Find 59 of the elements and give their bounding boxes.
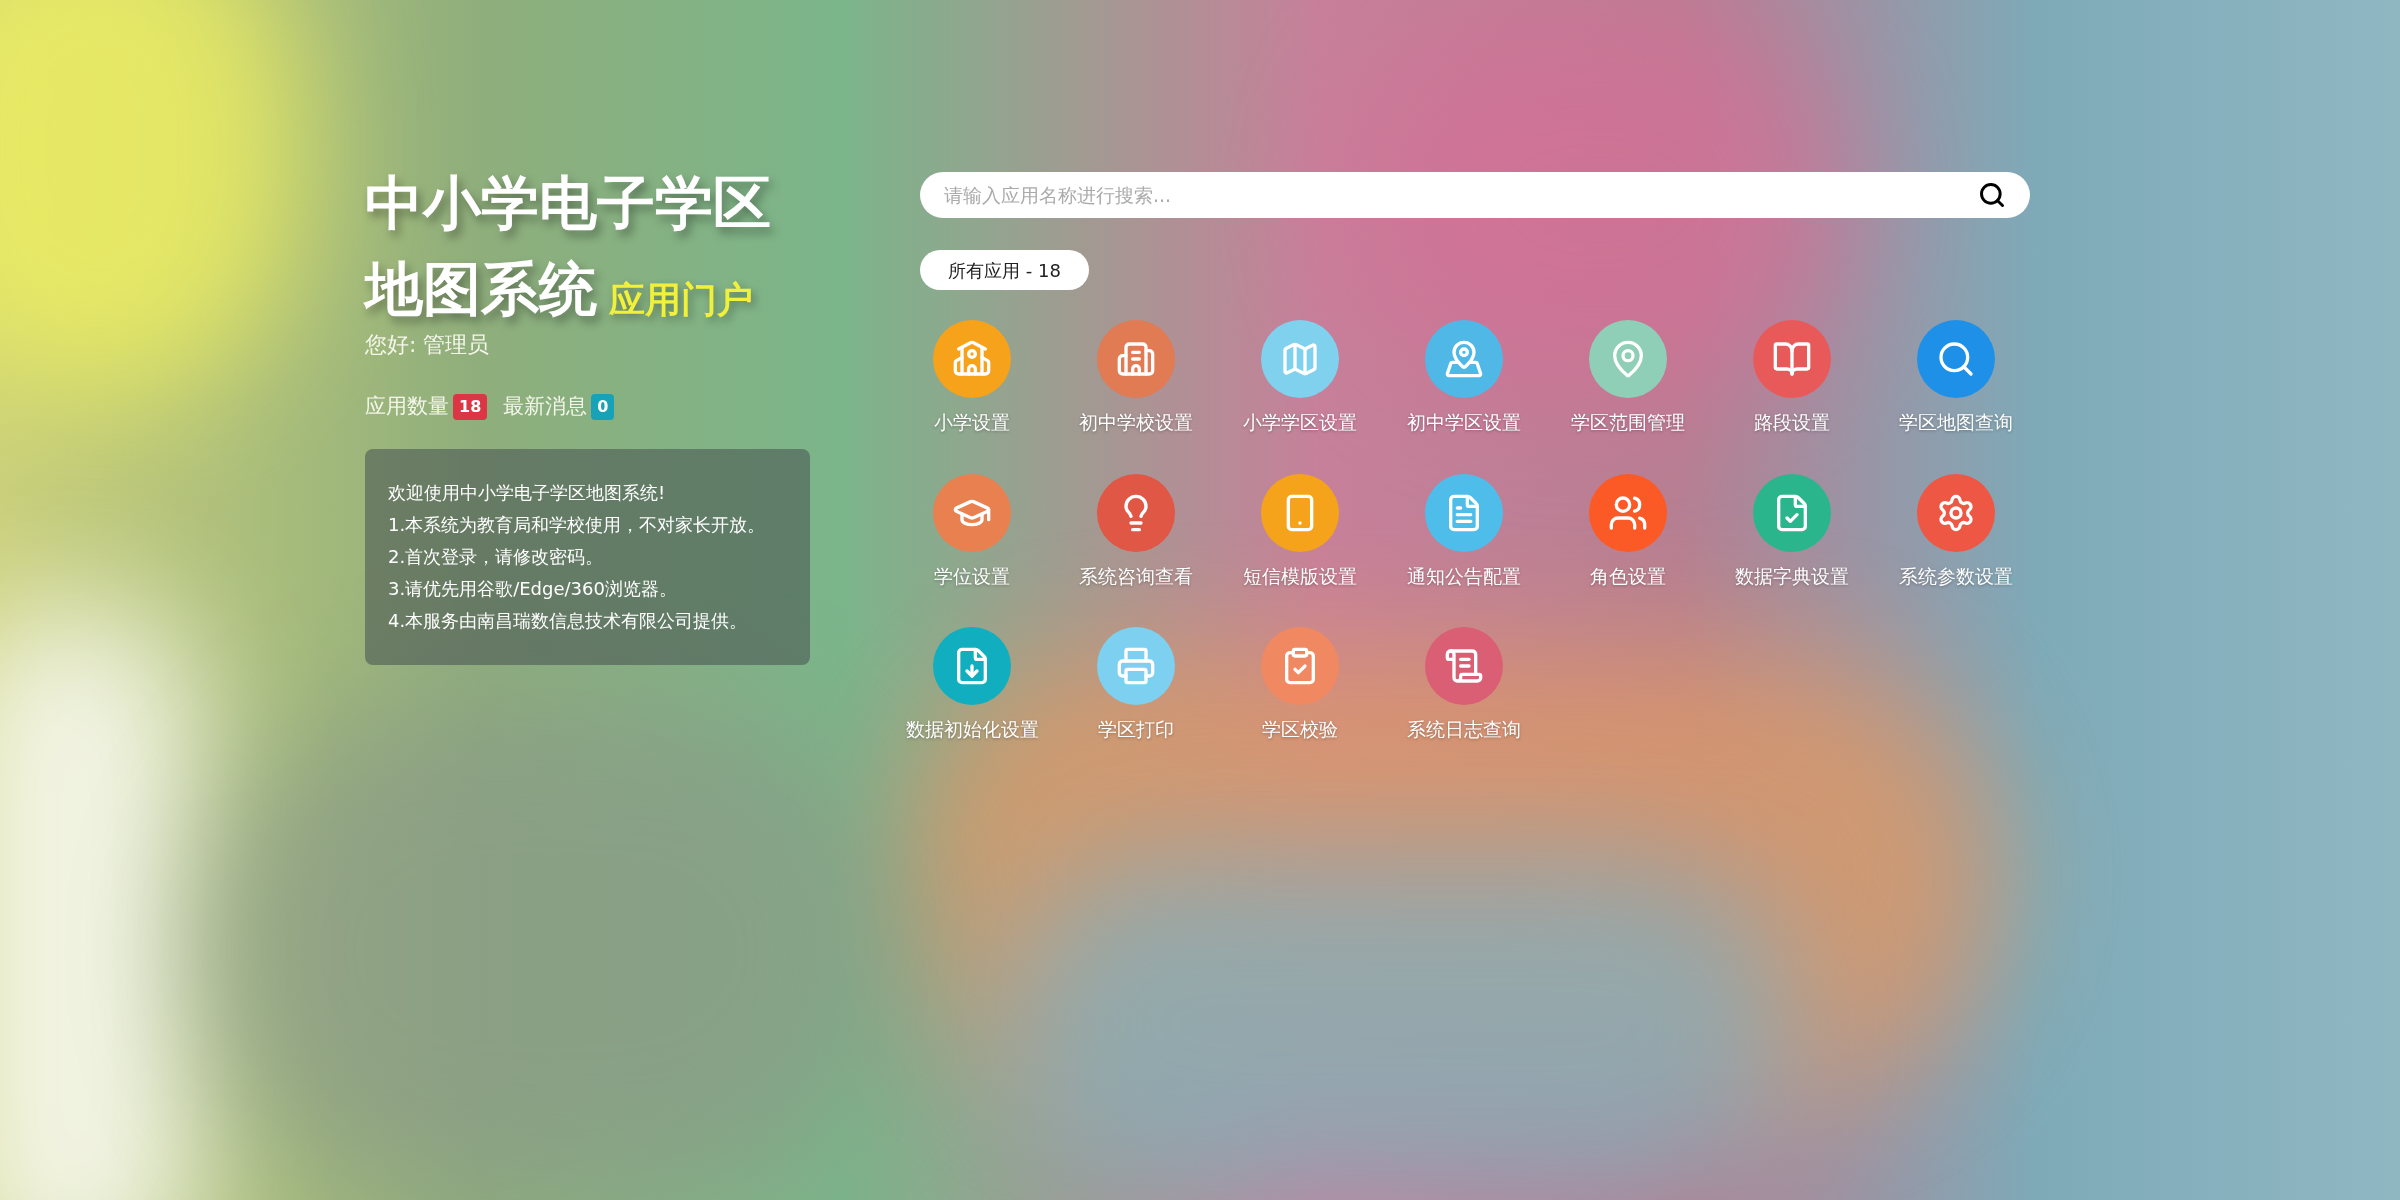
- app-tile[interactable]: 数据初始化设置: [890, 627, 1054, 744]
- app-label: 学区范围管理: [1571, 410, 1685, 435]
- portal-title: 中小学电子学区: [365, 168, 772, 239]
- app-tile[interactable]: 路段设置: [1710, 320, 1874, 437]
- map-pin-icon: [1444, 339, 1484, 379]
- app-label: 学区打印: [1098, 717, 1174, 742]
- app-label: 角色设置: [1590, 563, 1666, 589]
- building-icon: [1116, 339, 1156, 379]
- app-tile[interactable]: 系统咨询查看: [1054, 473, 1218, 590]
- app-tile[interactable]: 学位设置: [890, 473, 1054, 590]
- notice-line: 欢迎使用中小学电子学区地图系统!: [388, 480, 667, 505]
- portal-title: 地图系统: [365, 254, 597, 325]
- app-label: 通知公告配置: [1407, 563, 1521, 589]
- search-icon[interactable]: [1978, 181, 2006, 209]
- app-tile[interactable]: 通知公告配置: [1382, 473, 1546, 590]
- app-label: 路段设置: [1754, 410, 1830, 435]
- count-badge: 0: [591, 393, 615, 420]
- app-tile[interactable]: 初中学区设置: [1382, 320, 1546, 437]
- app-tile[interactable]: 学区打印: [1054, 627, 1218, 744]
- portal-subtitle: 应用门户: [609, 278, 753, 322]
- app-tile[interactable]: 数据字典设置: [1710, 473, 1874, 590]
- app-label: 学区校验: [1262, 717, 1338, 742]
- app-tile[interactable]: 小学学区设置: [1218, 320, 1382, 437]
- log-document-icon: [1444, 646, 1484, 686]
- app-tile[interactable]: 初中学校设置: [1054, 320, 1218, 437]
- magnifier-icon: [1936, 339, 1976, 379]
- app-tile[interactable]: 系统日志查询: [1382, 627, 1546, 744]
- app-tile[interactable]: 小学设置: [890, 320, 1054, 437]
- app-tile[interactable]: 角色设置: [1546, 473, 1710, 590]
- notice-line: 1.本系统为教育局和学校使用，不对家长开放。: [388, 512, 767, 537]
- greeting-text: 您好: 管理员: [365, 331, 491, 359]
- app-label: 学位设置: [934, 563, 1010, 589]
- app-label: 小学学区设置: [1243, 410, 1357, 435]
- app-label: 数据初始化设置: [905, 717, 1039, 742]
- notice-line: 3.请优先用谷歌/Edge/360浏览器。: [388, 576, 678, 601]
- app-label: 系统日志查询: [1407, 717, 1521, 742]
- app-label: 数据字典设置: [1735, 563, 1849, 589]
- app-tile[interactable]: 学区地图查询: [1874, 320, 2038, 437]
- app-label: 短信模版设置: [1243, 563, 1357, 589]
- app-tile[interactable]: 系统参数设置: [1874, 473, 2038, 590]
- app-tile[interactable]: 学区范围管理: [1546, 320, 1710, 437]
- school-icon: [952, 339, 992, 379]
- stat-label: 最新消息: [503, 393, 588, 420]
- app-label: 系统参数设置: [1899, 563, 2013, 589]
- app-label: 系统咨询查看: [1079, 563, 1193, 589]
- search-field[interactable]: 请输入应用名称进行搜索...: [920, 172, 2030, 218]
- app-label: 初中学校设置: [1079, 410, 1193, 435]
- notice-line: 4.本服务由南昌瑞数信息技术有限公司提供。: [388, 608, 749, 633]
- app-tile[interactable]: 学区校验: [1218, 627, 1382, 744]
- app-tile[interactable]: 短信模版设置: [1218, 473, 1382, 590]
- settings-icon: [1936, 492, 1976, 533]
- app-label: 小学设置: [934, 410, 1010, 435]
- app-label: 初中学区设置: [1407, 410, 1521, 435]
- notice-line: 2.首次登录，请修改密码。: [388, 544, 605, 569]
- printer-icon: [1116, 646, 1156, 686]
- filter-chip[interactable]: 所有应用 - 18: [920, 250, 1089, 290]
- stat-label: 应用数量: [365, 393, 449, 420]
- app-label: 学区地图查询: [1899, 410, 2013, 435]
- count-badge: 18: [453, 393, 488, 420]
